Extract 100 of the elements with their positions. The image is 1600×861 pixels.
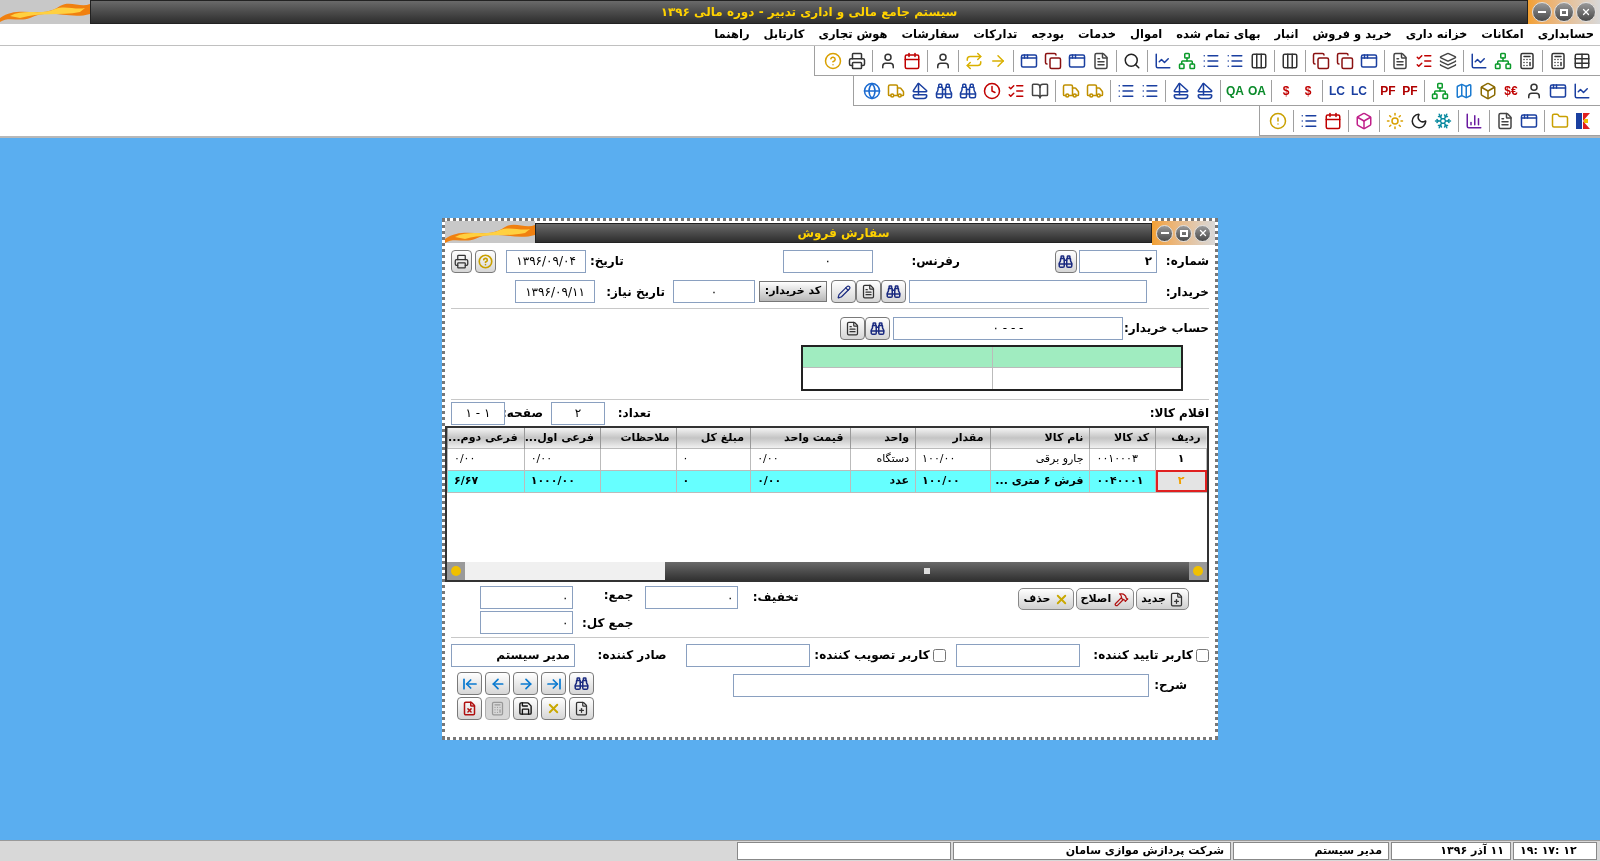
column-header[interactable]: مبلغ کل	[676, 428, 751, 448]
stack-icon[interactable]	[1439, 51, 1457, 70]
prev-button[interactable]	[485, 672, 510, 695]
toolbar-button[interactable]: $	[1275, 79, 1297, 102]
edit-row-button[interactable]: اصلاح	[1075, 588, 1135, 610]
window-icon[interactable]	[1549, 81, 1567, 100]
column-header[interactable]: کد کالا	[1090, 428, 1156, 448]
help-button[interactable]	[474, 249, 497, 273]
print-button[interactable]	[451, 249, 473, 273]
logo-icon[interactable]	[1575, 111, 1591, 130]
network-icon[interactable]	[1494, 51, 1512, 70]
input-field[interactable]: ۲	[551, 401, 605, 425]
truck-icon[interactable]	[1086, 81, 1104, 100]
delete-row-button[interactable]: حذف	[1018, 588, 1074, 610]
person-icon[interactable]	[934, 51, 952, 70]
menu-item[interactable]: حسابداری	[1537, 25, 1594, 44]
menu-item[interactable]: انبار	[1274, 25, 1299, 44]
restore-button[interactable]	[1554, 2, 1574, 22]
edit-button[interactable]	[831, 280, 856, 303]
restore-button[interactable]	[1175, 224, 1192, 242]
binoculars-icon[interactable]	[959, 81, 977, 100]
menu-item[interactable]: کارتابل	[763, 25, 805, 44]
search-button[interactable]	[865, 316, 890, 340]
sailboat-icon[interactable]	[1196, 81, 1214, 100]
delete-button[interactable]	[541, 697, 566, 720]
menu-item[interactable]: سفارشات	[901, 25, 960, 44]
input-field[interactable]	[955, 643, 1080, 667]
table-row[interactable]: ۲ ۰۰۴۰۰۰۱ فرش ۶ متری ... ۱۰۰/۰۰ عدد ۰/۰۰ ۰ ۱۰۰۰/۰۰ ۶/۶۷	[447, 470, 1207, 492]
sailboat-icon[interactable]	[1172, 81, 1190, 100]
person-icon[interactable]	[879, 51, 897, 70]
columns-icon[interactable]	[1281, 51, 1299, 70]
toolbar-button[interactable]: $	[1297, 79, 1319, 102]
document-icon[interactable]	[1092, 51, 1110, 70]
cancel-button[interactable]	[457, 697, 482, 720]
column-header[interactable]: ردیف	[1155, 428, 1207, 448]
next-button[interactable]	[513, 672, 538, 695]
column-header[interactable]: فرعی دوم...	[447, 428, 525, 448]
menu-item[interactable]: تدارکات	[973, 25, 1018, 44]
toolbar-button[interactable]: OA	[1246, 79, 1268, 102]
menu-item[interactable]: بهای تمام شده	[1176, 25, 1261, 44]
clock-icon[interactable]	[983, 81, 1001, 100]
input-field[interactable]: - - - ۰	[893, 316, 1123, 340]
column-header[interactable]: واحد	[850, 428, 916, 448]
window-icon[interactable]	[1020, 51, 1038, 70]
document-button[interactable]	[840, 316, 865, 340]
network-icon[interactable]	[1178, 51, 1196, 70]
moon-icon[interactable]	[1410, 111, 1428, 130]
cube-icon[interactable]	[1355, 111, 1373, 130]
chart-icon[interactable]	[1470, 51, 1488, 70]
toolbar-button[interactable]: LC	[1348, 79, 1370, 102]
input-field[interactable]: ۰	[782, 249, 873, 273]
box-icon[interactable]	[1479, 81, 1497, 100]
sailboat-icon[interactable]	[911, 81, 929, 100]
snowflake-icon[interactable]	[1434, 111, 1452, 130]
last-button[interactable]	[541, 672, 566, 695]
menu-item[interactable]: راهنما	[714, 25, 750, 44]
minimize-button[interactable]	[1156, 224, 1173, 242]
input-field[interactable]: ۱۳۹۶/۰۹/۰۴	[506, 249, 587, 273]
input-field[interactable]: ۲	[1079, 249, 1158, 273]
toolbar-button[interactable]: PF	[1377, 79, 1399, 102]
print-icon[interactable]	[848, 51, 866, 70]
find-button[interactable]	[569, 672, 594, 695]
input-field[interactable]: ۰	[480, 586, 574, 609]
binoculars-icon[interactable]	[935, 81, 953, 100]
input-field[interactable]	[733, 674, 1149, 697]
document-button[interactable]	[856, 280, 881, 303]
minimize-button[interactable]	[1532, 2, 1552, 22]
menu-item[interactable]: خزانه داری	[1405, 25, 1468, 44]
new-row-button[interactable]: جدید	[1136, 588, 1189, 610]
columns-icon[interactable]	[1250, 51, 1268, 70]
toolbar-button[interactable]: PF	[1399, 79, 1421, 102]
window-icon[interactable]	[1068, 51, 1086, 70]
column-header[interactable]: ملاحظات	[600, 428, 677, 448]
input-field[interactable]: ۱۳۹۶/۰۹/۱۱	[515, 280, 595, 303]
search-icon[interactable]	[1123, 51, 1141, 70]
menu-item[interactable]: خدمات	[1078, 25, 1116, 44]
input-field[interactable]	[686, 643, 811, 667]
calendar-icon[interactable]	[1324, 111, 1342, 130]
column-header[interactable]: مقدار	[915, 428, 991, 448]
input-field[interactable]: ۰	[673, 280, 755, 303]
column-header[interactable]: نام کالا	[990, 428, 1090, 448]
bar-chart-icon[interactable]	[1465, 111, 1483, 130]
chart-icon[interactable]	[1154, 51, 1172, 70]
menu-item[interactable]: هوش تجاری	[818, 25, 888, 44]
new-button[interactable]	[569, 697, 594, 720]
search-button[interactable]	[881, 280, 906, 303]
truck-icon[interactable]	[887, 81, 905, 100]
table-icon[interactable]	[1573, 51, 1591, 70]
close-button[interactable]	[1194, 224, 1211, 242]
window-icon[interactable]	[1520, 111, 1538, 130]
input-field[interactable]: ۰	[645, 586, 739, 609]
first-button[interactable]	[457, 672, 482, 695]
menu-item[interactable]: امکانات	[1481, 25, 1524, 44]
menu-item[interactable]: اموال	[1130, 25, 1163, 44]
chart-icon[interactable]	[1573, 81, 1591, 100]
menu-item[interactable]: خرید و فروش	[1312, 25, 1392, 44]
close-button[interactable]	[1576, 2, 1596, 22]
calculator-icon[interactable]	[1518, 51, 1536, 70]
search-button[interactable]	[1055, 249, 1077, 273]
buyer-code-button[interactable]: کد خریدار:	[759, 281, 827, 302]
